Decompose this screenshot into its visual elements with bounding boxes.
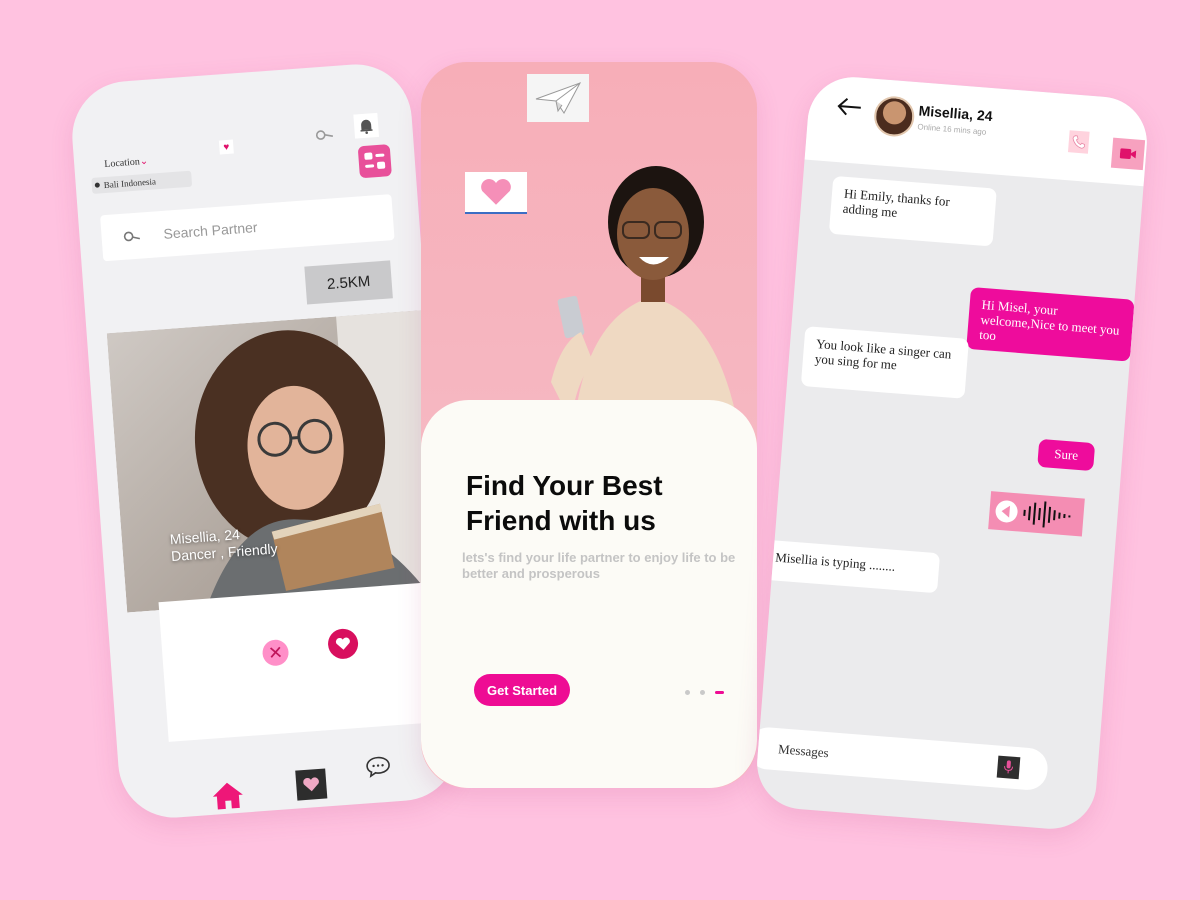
search-input[interactable]: Search Partner [100,194,395,262]
chat-header: Misellia, 24 Online 16 mins ago [804,73,1151,187]
message-bubble-outgoing: Sure [1037,438,1096,472]
distance-badge: 2.5KM [304,260,393,305]
heart-icon [335,637,350,650]
chat-bubble-icon[interactable] [364,754,392,780]
call-button[interactable] [1067,130,1090,154]
chat-contact-name: Misellia, 24 [918,102,994,125]
phone-icon [1072,135,1086,149]
video-call-button[interactable] [1110,137,1146,171]
discover-screen: Location⌄ Bali Indonesia ♥ Search Partne… [68,60,462,822]
play-icon[interactable] [994,499,1019,524]
close-icon: ✕ [267,641,284,663]
message-input[interactable]: Messages [753,725,1050,792]
onboarding-screen: Find Your Best Friend with us lets's fin… [421,62,757,788]
microphone-button[interactable] [996,755,1021,780]
heart-icon [303,777,319,792]
search-placeholder: Search Partner [162,218,259,242]
home-icon[interactable] [210,779,246,811]
typing-indicator: Misellia is typing ........ [761,539,941,594]
page-dot[interactable] [700,690,705,695]
location-label: Location⌄ [103,155,149,171]
action-card [158,580,458,742]
location-value: Bali Indonesia [103,176,157,191]
page-dot[interactable] [685,690,690,695]
chat-screen: Misellia, 24 Online 16 mins ago Hi Emily… [753,73,1151,833]
microphone-icon [1004,760,1014,774]
video-icon [1119,148,1137,159]
message-bubble-incoming: You look like a singer can you sing for … [800,326,969,399]
bell-icon[interactable] [353,112,380,139]
filter-icon[interactable] [357,144,392,179]
message-placeholder: Messages [777,741,830,761]
message-bubble-outgoing: Hi Misel, your welcome,Nice to meet you … [966,286,1135,362]
waveform-icon [1023,501,1071,528]
heart-icon [481,179,511,205]
heart-icon[interactable]: ♥ [218,139,234,155]
get-started-button[interactable]: Get Started [474,674,570,706]
back-arrow-icon[interactable] [836,96,863,118]
message-bubble-incoming: Hi Emily, thanks for adding me [828,175,997,247]
page-dot-active[interactable] [715,691,724,694]
location-selector[interactable]: Bali Indonesia [91,170,193,194]
profile-photo[interactable] [106,309,447,613]
nav-favorites[interactable] [295,768,328,801]
avatar[interactable] [872,94,916,138]
voice-message[interactable] [988,491,1085,537]
search-icon [123,231,141,242]
heart-card [465,172,527,214]
onboarding-card: Find Your Best Friend with us lets's fin… [421,400,757,788]
chevron-down-icon[interactable]: ⌄ [139,156,148,168]
pin-icon [94,182,100,188]
paper-plane-icon [527,74,589,122]
chat-status: Online 16 mins ago [917,122,987,137]
key-search-icon[interactable] [314,126,335,147]
onboarding-subtitle: lets's find your life partner to enjoy l… [462,550,736,581]
onboarding-title: Find Your Best Friend with us [466,470,663,536]
